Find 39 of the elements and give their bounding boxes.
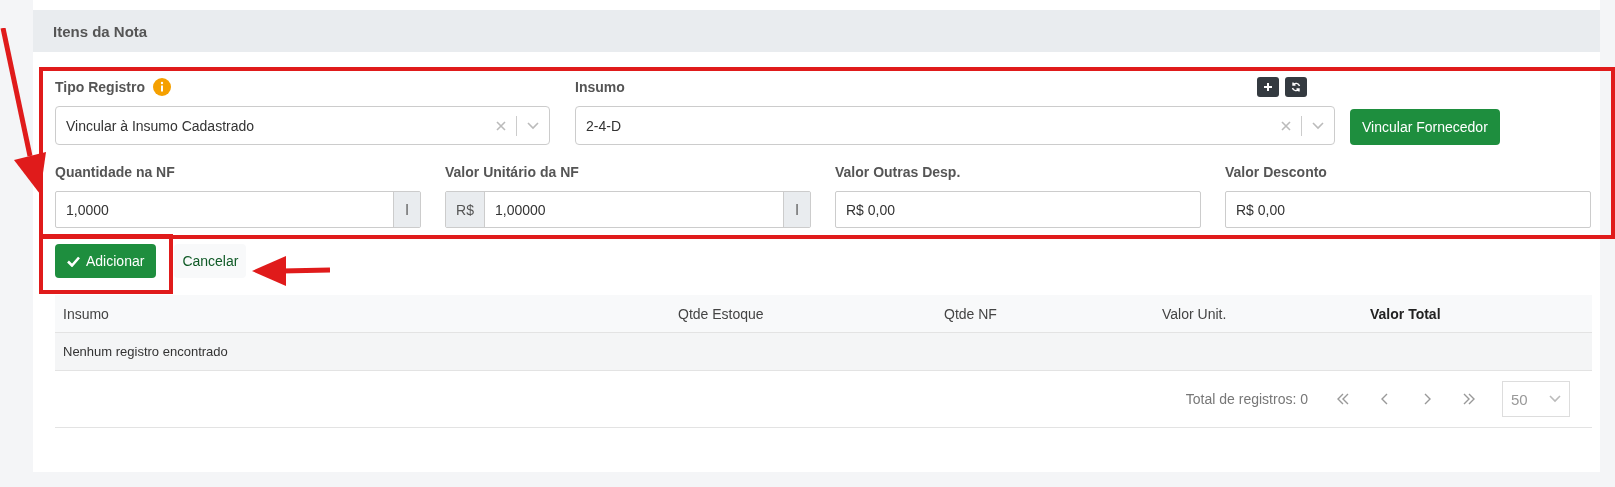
column-header: Qtde NF [944, 305, 998, 322]
field-label: Valor Outras Desp. [835, 164, 961, 180]
input-prefix: R$ [446, 192, 485, 227]
empty-message: Nenhum registro encontrado [63, 344, 228, 359]
double-chevron-icon [1336, 393, 1350, 405]
field-label: Valor Desconto [1225, 164, 1327, 180]
chevron-down-icon [1549, 395, 1561, 403]
input-field[interactable]: R$ 0,00 [835, 191, 1201, 228]
cancel-button[interactable]: Cancelar [174, 244, 247, 278]
field-label: Insumo [575, 79, 625, 95]
column-header: Valor Unit. [1162, 305, 1228, 322]
refresh-icon [1291, 82, 1301, 92]
refresh-button[interactable] [1285, 77, 1307, 97]
field-label: Tipo Registro [55, 79, 145, 95]
input-field[interactable]: 1,0000 l [55, 191, 421, 228]
column-header: Insumo [63, 305, 110, 322]
column-header: Valor Total [1370, 305, 1442, 322]
chevron-down-icon [527, 121, 539, 130]
section-title: Itens da Nota [53, 22, 148, 40]
total-count: Total de registros: 0 [1185, 391, 1308, 407]
add-button[interactable] [1257, 77, 1279, 97]
input-field[interactable]: R$ 0,00 [1225, 191, 1591, 228]
clear-icon[interactable] [1281, 120, 1291, 131]
info-icon[interactable] [152, 78, 171, 96]
add-button[interactable]: Adicionar [55, 244, 157, 278]
select-field[interactable]: 2-4-D [575, 106, 1335, 145]
input-suffix: l [393, 192, 420, 227]
input-suffix: l [783, 192, 810, 227]
double-chevron-icon [1462, 393, 1476, 405]
field-label: Quantidade na NF [55, 164, 175, 180]
column-header: Qtde Estoque [678, 305, 765, 322]
select-field[interactable]: Vincular à Insumo Cadastrado [55, 106, 550, 145]
link-supplier-button[interactable]: Vincular Fornecedor [1350, 109, 1500, 145]
check-icon [67, 255, 80, 267]
chevron-down-icon [1312, 121, 1324, 130]
plus-icon [1264, 83, 1272, 91]
input-field[interactable]: R$ 1,00000 l [445, 191, 811, 228]
clear-icon[interactable] [496, 120, 506, 131]
field-label: Valor Unitário da NF [445, 164, 579, 180]
